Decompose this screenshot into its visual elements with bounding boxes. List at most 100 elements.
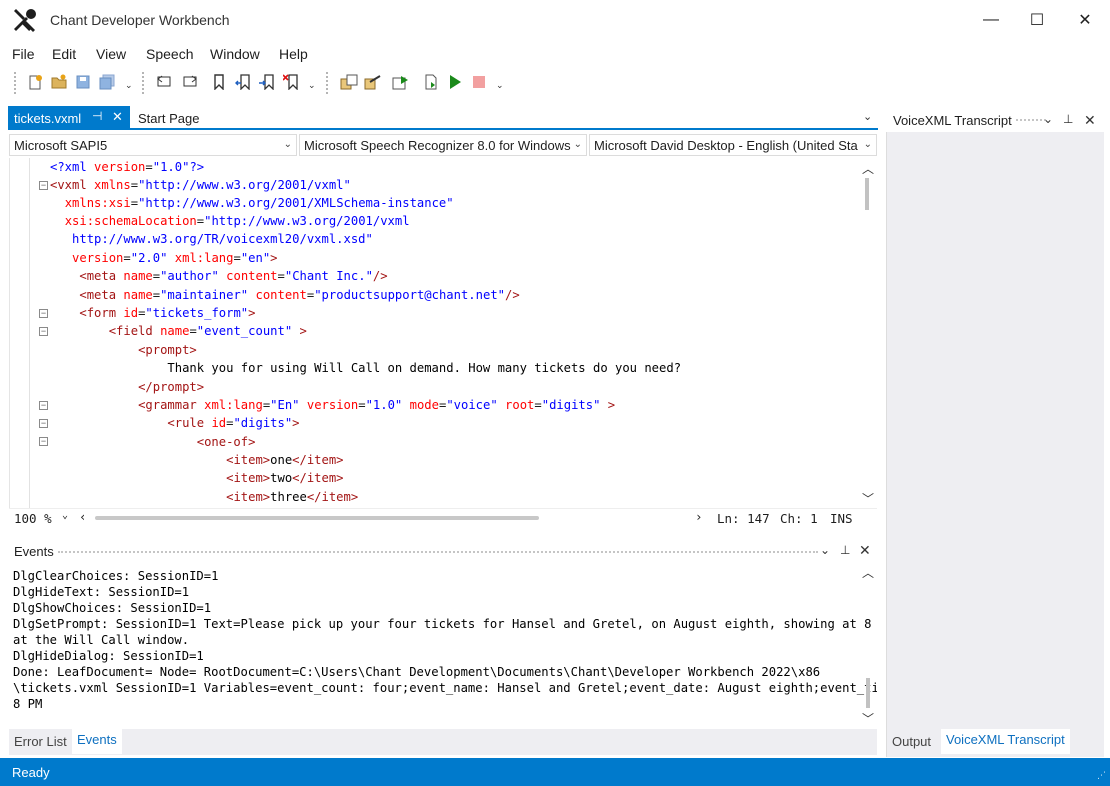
panel-title: Events [14,544,54,559]
pin-icon[interactable]: ⊥ [840,543,850,557]
tab-label: tickets.vxml [14,111,82,126]
zoom-level[interactable]: 100 % [14,511,52,526]
code-line: <rule id="digits"> [167,416,300,430]
tab-output[interactable]: Output [892,734,931,749]
close-tab-icon[interactable]: ✕ [112,109,123,125]
new-file-icon[interactable] [26,73,44,91]
voicexml-transcript-panel [886,106,1104,757]
fold-toggle[interactable]: − [39,327,48,336]
status-text: Ready [12,765,50,780]
voice-select[interactable]: Microsoft David Desktop - English (Unite… [589,134,877,156]
panel-grip[interactable] [1016,119,1046,123]
menu-help[interactable]: Help [279,46,308,62]
bottom-tab-strip [9,729,877,755]
line-number: Ln: 147 [717,511,770,526]
chevron-down-icon: ⌄ [283,139,292,150]
tab-tickets-vxml[interactable]: tickets.vxml ⊣ ✕ [8,106,130,130]
menu-window[interactable]: Window [210,46,260,62]
toolbar-overflow-icon[interactable]: ⌄ [308,80,316,91]
code-line: <?xml version="1.0"?> [50,160,205,174]
recognizer-select[interactable]: Microsoft Speech Recognizer 8.0 for Wind… [299,134,587,156]
scroll-thumb[interactable] [866,678,870,708]
fold-toggle[interactable]: − [39,419,48,428]
chevron-down-icon[interactable]: ⌄ [62,510,68,521]
scroll-up-icon[interactable]: ︿ [862,564,874,581]
open-folder-icon[interactable] [50,73,68,91]
stop-icon[interactable] [470,73,488,91]
fold-toggle[interactable]: − [39,181,48,190]
events-log[interactable]: DlgClearChoices: SessionID=1 DlgHideText… [9,564,877,728]
editor-vertical-scrollbar[interactable]: ︿ ﹀ [859,160,876,506]
save-icon[interactable] [74,73,92,91]
bookmark-icon[interactable] [210,73,228,91]
code-line: <vxml xmlns="http://www.w3.org/2001/vxml… [50,178,351,192]
close-icon[interactable]: ✕ [859,542,871,559]
next-bookmark-icon[interactable] [258,73,276,91]
pin-icon[interactable]: ⊣ [92,109,102,123]
resize-grip-icon[interactable]: ⋰ [1097,770,1106,781]
scroll-thumb[interactable] [865,178,869,210]
horizontal-scroll-thumb[interactable] [95,516,539,520]
menu-speech[interactable]: Speech [146,46,193,62]
panel-header [9,538,877,562]
document-icon[interactable] [422,73,440,91]
fold-toggle[interactable]: − [39,401,48,410]
panel-grip[interactable] [58,551,818,555]
scroll-down-icon[interactable]: ﹀ [862,710,874,727]
code-line: <item>two</item> [226,471,344,485]
tab-voicexml-transcript[interactable]: VoiceXML Transcript [941,729,1070,754]
tab-start-page[interactable]: Start Page [138,111,199,126]
menu-bar: File Edit View Speech Window Help [0,42,1110,66]
run-icon[interactable] [392,73,410,91]
tab-error-list[interactable]: Error List [14,734,67,749]
menu-view[interactable]: View [96,46,126,62]
fold-toggle[interactable]: − [39,437,48,446]
close-button[interactable]: ✕ [1062,0,1108,40]
engine-select[interactable]: Microsoft SAPI5 ⌄ [9,134,297,156]
clear-bookmarks-icon[interactable] [282,73,300,91]
code-line: <field name="event_count" > [108,324,307,338]
scroll-down-icon[interactable]: ﹀ [862,490,874,507]
menu-edit[interactable]: Edit [52,46,76,62]
toolbar-grip[interactable] [14,72,18,94]
code-line: <meta name="maintainer" content="product… [79,288,520,302]
chevron-down-icon[interactable]: ⌄ [863,110,872,123]
toolbar-overflow-icon[interactable]: ⌄ [496,80,504,91]
log-line: DlgHideText: SessionID=1 [13,585,190,599]
build-icon[interactable] [340,73,358,91]
fold-toggle[interactable]: − [39,309,48,318]
log-line: at the Will Call window. [13,633,190,647]
prev-bookmark-icon[interactable] [234,73,252,91]
pin-icon[interactable]: ⊥ [1063,112,1073,126]
save-all-icon[interactable] [98,73,116,91]
close-icon[interactable]: ✕ [1084,112,1096,129]
menu-file[interactable]: File [12,46,35,62]
scroll-up-icon[interactable]: ︿ [862,160,874,177]
scroll-left-icon[interactable]: ‹ [79,509,87,524]
engine-select-value: Microsoft SAPI5 [14,138,108,153]
chevron-down-icon: ⌄ [863,139,872,150]
maximize-button[interactable]: ☐ [1014,0,1060,40]
chevron-down-icon[interactable]: ⌄ [820,543,830,557]
panel-title: VoiceXML Transcript [893,113,1012,128]
code-line: Thank you for using Will Call on demand.… [167,361,682,375]
scroll-right-icon[interactable]: › [695,509,703,524]
redo-icon[interactable] [180,73,198,91]
window-title: Chant Developer Workbench [50,12,230,28]
toolbar-grip[interactable] [326,72,330,94]
toolbar-grip[interactable] [142,72,146,94]
chevron-down-icon[interactable]: ⌄ [1043,112,1053,126]
chevron-down-icon: ⌄ [573,139,582,150]
build-all-icon[interactable] [364,73,382,91]
undo-icon[interactable] [156,73,174,91]
recognizer-select-value: Microsoft Speech Recognizer 8.0 for Wind… [304,138,571,153]
minimize-button[interactable]: — [968,0,1014,40]
start-icon[interactable] [446,73,464,91]
tab-events[interactable]: Events [72,729,122,754]
code-line: </prompt> [138,380,205,394]
voice-select-value: Microsoft David Desktop - English (Unite… [594,138,858,153]
maximize-icon: ☐ [1029,12,1045,29]
code-line: <one-of> [196,435,256,449]
code-line: <item>three</item> [226,490,359,504]
toolbar-overflow-icon[interactable]: ⌄ [125,80,133,91]
